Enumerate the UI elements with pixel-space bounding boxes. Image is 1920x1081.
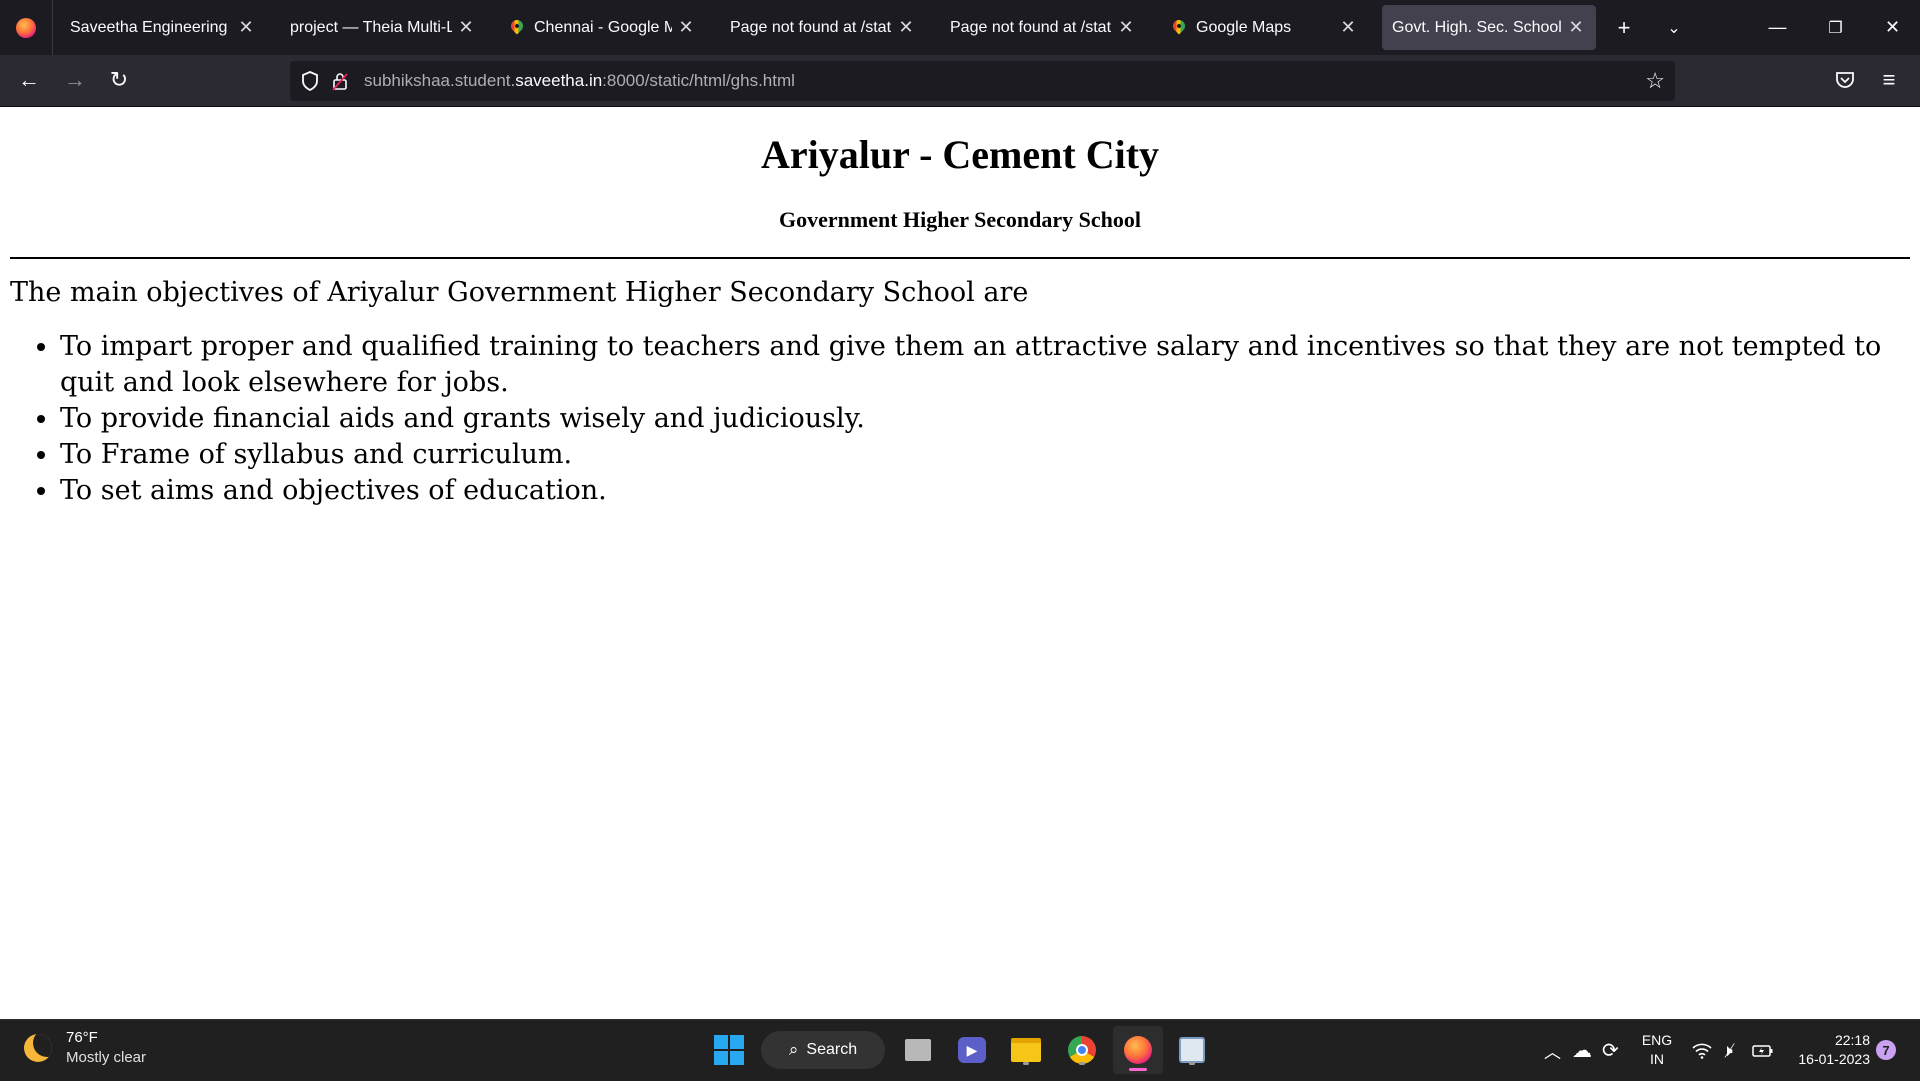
search-icon: ⌕ [788, 1040, 799, 1059]
search-label: Search [806, 1041, 858, 1058]
back-arrow-icon[interactable]: ← [10, 61, 48, 99]
firefox-taskbar-icon[interactable] [1113, 1026, 1163, 1074]
tab-page-not-found-1[interactable]: Page not found at /static/h ✕ [720, 5, 926, 50]
system-clock[interactable]: 22:18 16-01-2023 [1790, 1031, 1870, 1069]
list-item: To set aims and objectives of education. [60, 473, 1920, 509]
url-host: saveetha.in [515, 71, 603, 90]
task-view-icon[interactable] [900, 1032, 936, 1068]
horizontal-rule [10, 257, 1910, 259]
moon-weather-icon [24, 1034, 52, 1062]
battery-charging-icon[interactable] [1752, 1020, 1774, 1081]
firefox-menu-icon[interactable] [0, 0, 53, 55]
chrome-icon[interactable] [1064, 1032, 1100, 1068]
navigation-toolbar: ← → ↻ subhikshaa.student.saveetha.in:800… [0, 55, 1920, 107]
tab-title: Saveetha Engineering Colle [70, 18, 232, 36]
list-item: To provide financial aids and grants wis… [60, 401, 1920, 437]
clock-date: 16-01-2023 [1798, 1051, 1870, 1067]
weather-temperature: 76°F [66, 1029, 98, 1046]
intro-paragraph: The main objectives of Ariyalur Governme… [10, 277, 1029, 308]
url-prefix: subhikshaa.student. [364, 71, 516, 90]
language-code: ENG [1641, 1032, 1673, 1048]
close-icon[interactable]: ✕ [1566, 17, 1586, 38]
tab-title: Page not found at /static/h [950, 18, 1112, 36]
tab-title: Google Maps [1196, 18, 1292, 36]
close-icon[interactable]: ✕ [236, 17, 256, 38]
show-hidden-icons-chevron-icon[interactable]: ︿ [1544, 1020, 1561, 1081]
tab-govt-school[interactable]: Govt. High. Sec. School ✕ [1382, 5, 1596, 50]
notification-badge[interactable]: 7 [1876, 1040, 1896, 1060]
close-window-icon[interactable]: ✕ [1865, 0, 1920, 55]
windows-start-icon[interactable] [714, 1035, 744, 1065]
weather-widget[interactable]: 76°F Mostly clear [24, 1028, 146, 1068]
tab-google-maps[interactable]: Google Maps ✕ [1162, 5, 1368, 50]
url-text[interactable]: subhikshaa.student.saveetha.in:8000/stat… [364, 71, 795, 91]
sync-icon[interactable]: ⟳ [1602, 1020, 1619, 1081]
close-icon[interactable]: ✕ [1116, 17, 1136, 38]
address-bar[interactable]: subhikshaa.student.saveetha.in:8000/stat… [290, 61, 1675, 101]
tracking-protection-shield-icon[interactable] [296, 61, 324, 101]
region-code: IN [1650, 1051, 1664, 1067]
taskbar-search-button[interactable]: ⌕ Search [761, 1031, 885, 1069]
tab-title: project — Theia Multi-Lang [290, 18, 452, 36]
speaker-muted-icon[interactable]: 🕨̸ [1722, 1020, 1733, 1081]
tab-strip: Saveetha Engineering Colle ✕ project — T… [0, 0, 1920, 55]
weather-condition: Mostly clear [66, 1049, 147, 1066]
bookmark-star-icon[interactable]: ☆ [1645, 61, 1665, 101]
clock-time: 22:18 [1834, 1032, 1870, 1048]
hamburger-menu-icon[interactable]: ≡ [1870, 61, 1908, 99]
new-tab-plus-icon[interactable]: + [1604, 5, 1644, 50]
tab-page-not-found-2[interactable]: Page not found at /static/h ✕ [940, 5, 1146, 50]
tab-title: Page not found at /static/h [730, 18, 892, 36]
tab-theia[interactable]: project — Theia Multi-Lang ✕ [280, 5, 486, 50]
teams-chat-icon[interactable]: ▶ [954, 1032, 990, 1068]
wifi-icon[interactable] [1692, 1020, 1712, 1081]
tab-chennai-maps[interactable]: Chennai - Google Maps ✕ [500, 5, 706, 50]
page-content: Ariyalur - Cement City Government Higher… [0, 107, 1920, 1019]
close-icon[interactable]: ✕ [676, 17, 696, 38]
page-subtitle: Government Higher Secondary School [779, 207, 1141, 232]
page-title: Ariyalur - Cement City [760, 132, 1160, 177]
tab-title: Govt. High. Sec. School [1392, 18, 1562, 36]
minimize-icon[interactable]: — [1750, 0, 1805, 55]
list-item: To Frame of syllabus and curriculum. [60, 437, 1920, 473]
tab-title: Chennai - Google Maps [534, 18, 672, 36]
list-item: To impart proper and qualified training … [60, 329, 1920, 401]
google-maps-pin-icon [1170, 17, 1188, 37]
close-icon[interactable]: ✕ [896, 17, 916, 38]
restore-icon[interactable]: ❐ [1808, 0, 1863, 55]
url-path: :8000/static/html/ghs.html [602, 71, 795, 90]
windows-taskbar: 76°F Mostly clear ⌕ Search ▶ ︿ ☁ ⟳ ENG I… [0, 1019, 1920, 1081]
tab-saveetha[interactable]: Saveetha Engineering Colle ✕ [60, 5, 266, 50]
forward-arrow-icon[interactable]: → [56, 61, 94, 99]
onedrive-cloud-icon[interactable]: ☁ [1572, 1020, 1592, 1081]
pocket-icon[interactable] [1826, 61, 1864, 99]
objectives-list: To impart proper and qualified training … [10, 329, 1920, 509]
insecure-lock-icon[interactable] [326, 61, 354, 101]
file-explorer-icon[interactable] [1008, 1032, 1044, 1068]
list-all-tabs-chevron-icon[interactable]: ⌄ [1654, 5, 1694, 50]
reload-icon[interactable]: ↻ [100, 61, 138, 99]
language-indicator[interactable]: ENG IN [1640, 1031, 1674, 1069]
google-maps-pin-icon [508, 17, 526, 37]
paint-icon[interactable] [1174, 1032, 1210, 1068]
close-icon[interactable]: ✕ [1338, 17, 1358, 38]
close-icon[interactable]: ✕ [456, 17, 476, 38]
